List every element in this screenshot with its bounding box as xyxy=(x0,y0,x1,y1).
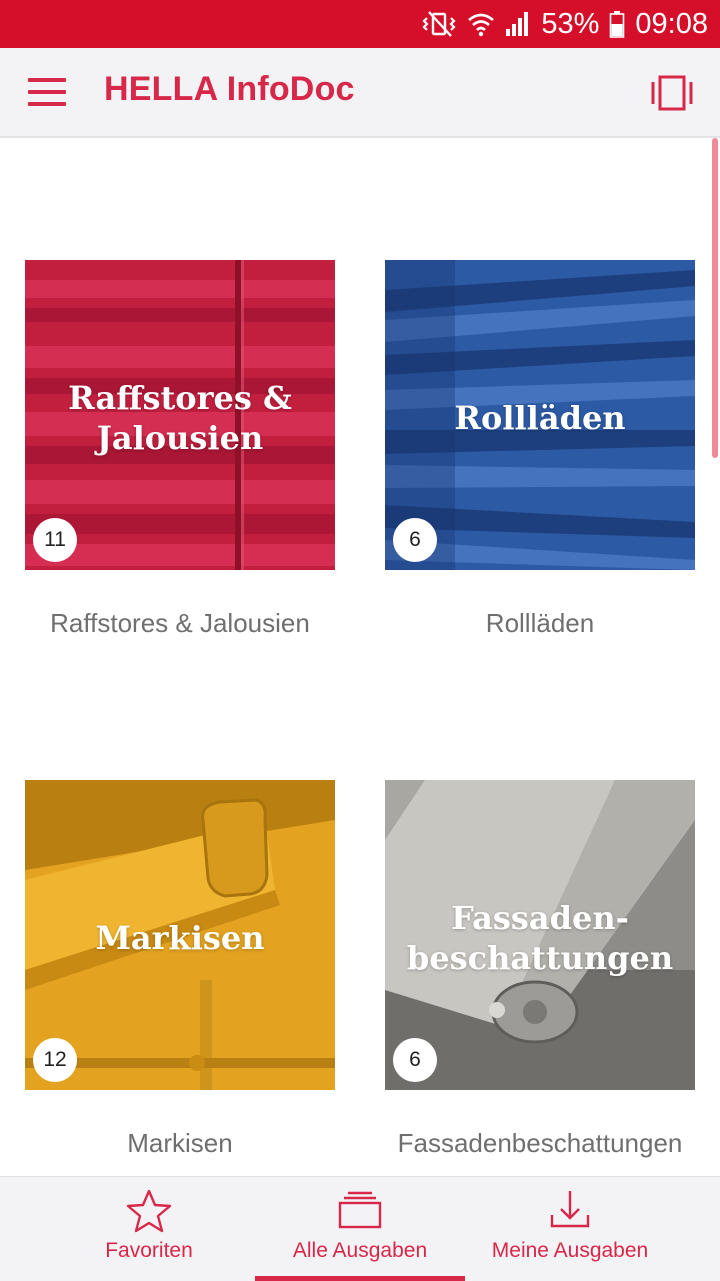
bottom-navigation: Favoriten Alle Ausgaben Meine Ausgaben xyxy=(0,1176,720,1281)
scrollbar[interactable] xyxy=(712,138,718,458)
stacked-layers-icon xyxy=(338,1189,382,1234)
nav-label: Meine Ausgaben xyxy=(491,1239,649,1262)
status-bar: 53% 09:08 xyxy=(0,0,720,48)
active-tab-indicator xyxy=(255,1276,465,1281)
tile-title: Raffstores & Jalousien xyxy=(68,379,292,457)
vibrate-mute-icon xyxy=(421,10,457,38)
issue-count-badge: 12 xyxy=(33,1038,77,1082)
category-tile-raffstores[interactable]: Raffstores & Jalousien 11 xyxy=(25,260,335,570)
hamburger-menu-icon[interactable] xyxy=(28,76,68,108)
nav-tab-alle-ausgaben[interactable]: Alle Ausgaben xyxy=(255,1177,465,1281)
signal-icon xyxy=(505,11,531,37)
nav-label: Favoriten xyxy=(105,1239,193,1262)
issue-count-badge: 6 xyxy=(393,1038,437,1082)
battery-percent: 53% xyxy=(541,7,600,40)
tile-title: Fassaden- beschattungen xyxy=(406,899,674,977)
category-label-raffstores[interactable]: Raffstores & Jalousien xyxy=(10,608,350,639)
tile-title: Rollläden xyxy=(454,399,626,437)
tile-title: Markisen xyxy=(95,919,265,957)
category-label-markisen[interactable]: Markisen xyxy=(10,1128,350,1159)
nav-label: Alle Ausgaben xyxy=(292,1239,428,1262)
view-carousel-icon[interactable] xyxy=(650,74,694,112)
wifi-icon xyxy=(467,10,495,38)
category-tile-rolllaeden[interactable]: Rollläden 6 xyxy=(385,260,695,570)
app-title: HELLA InfoDoc xyxy=(104,70,355,108)
issue-count-badge: 6 xyxy=(393,518,437,562)
category-tile-markisen[interactable]: Markisen 12 xyxy=(25,780,335,1090)
category-tile-fassaden[interactable]: Fassaden- beschattungen 6 xyxy=(385,780,695,1090)
nav-tab-favoriten[interactable]: Favoriten xyxy=(44,1177,254,1281)
clock: 09:08 xyxy=(635,7,708,40)
star-icon xyxy=(126,1189,172,1238)
battery-icon xyxy=(609,10,625,38)
app-bar: HELLA InfoDoc xyxy=(0,48,720,138)
category-label-fassaden[interactable]: Fassadenbeschattungen xyxy=(370,1128,710,1159)
category-label-rolllaeden[interactable]: Rollläden xyxy=(370,608,710,639)
download-icon xyxy=(549,1189,591,1234)
nav-tab-meine-ausgaben[interactable]: Meine Ausgaben xyxy=(465,1177,675,1281)
issue-count-badge: 11 xyxy=(33,518,77,562)
